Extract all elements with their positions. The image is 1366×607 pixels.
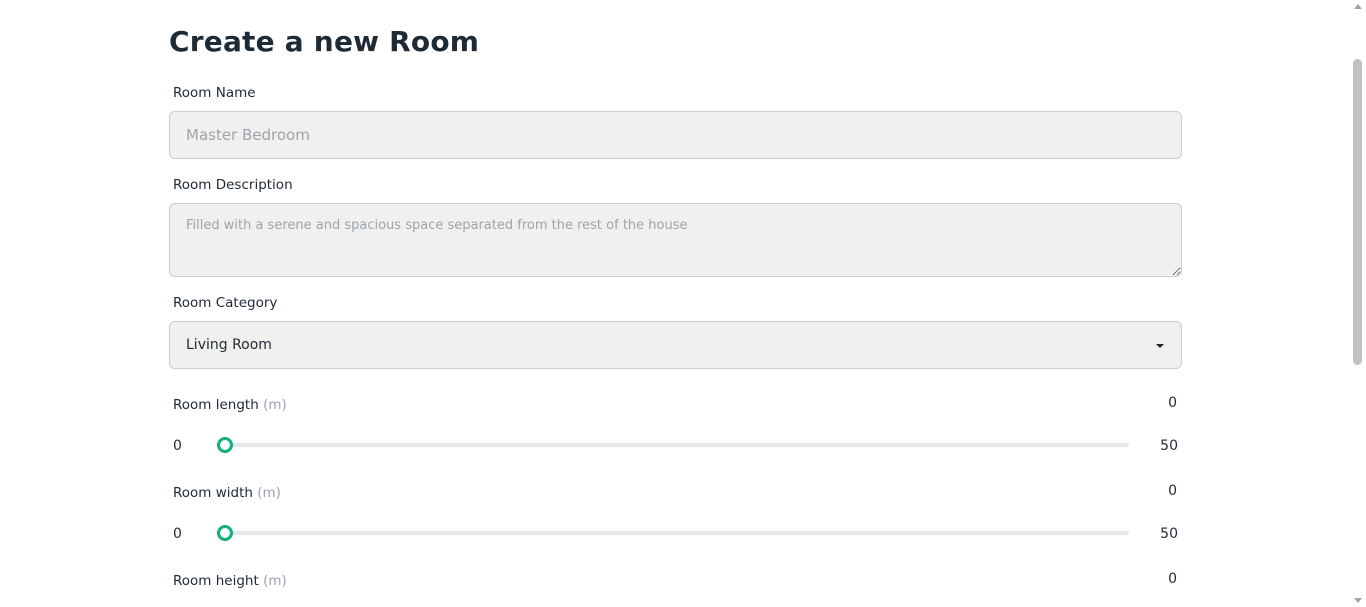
room-height-unit: (m)	[263, 573, 287, 589]
room-width-slider-thumb[interactable]	[217, 525, 233, 541]
room-length-value: 0	[1168, 395, 1177, 411]
room-width-unit: (m)	[257, 485, 281, 501]
room-height-label: Room height (m)	[173, 572, 287, 590]
room-length-label-text: Room length	[173, 397, 259, 413]
room-name-input[interactable]	[169, 111, 1182, 159]
room-length-slider-track[interactable]	[217, 437, 1129, 453]
room-width-label-text: Room width	[173, 485, 253, 501]
room-length-slider-thumb[interactable]	[217, 437, 233, 453]
room-category-label: Room Category	[173, 295, 278, 311]
scrollbar-thumb[interactable]	[1353, 59, 1362, 365]
room-name-label: Room Name	[173, 85, 256, 101]
page-title: Create a new Room	[169, 25, 480, 58]
scroll-up-icon[interactable]	[1354, 4, 1362, 9]
room-length-max: 50	[1160, 438, 1178, 454]
room-width-max: 50	[1160, 526, 1178, 542]
room-category-select[interactable]: Living Room	[169, 321, 1182, 369]
scroll-down-icon[interactable]	[1354, 598, 1362, 603]
room-height-label-text: Room height	[173, 573, 259, 589]
room-width-label: Room width (m)	[173, 484, 281, 502]
room-length-unit: (m)	[263, 397, 287, 413]
room-description-input[interactable]	[169, 203, 1182, 277]
room-length-min: 0	[173, 438, 182, 454]
room-category-selected-value: Living Room	[186, 337, 272, 353]
page-scrollbar[interactable]	[1351, 0, 1366, 607]
room-width-value: 0	[1168, 483, 1177, 499]
room-length-label: Room length (m)	[173, 396, 287, 414]
room-width-min: 0	[173, 526, 182, 542]
caret-down-icon	[1156, 344, 1164, 348]
page: Create a new Room Room Name Room Descrip…	[0, 0, 1366, 607]
room-description-label: Room Description	[173, 177, 293, 193]
room-height-value: 0	[1168, 571, 1177, 587]
room-width-slider-track[interactable]	[217, 525, 1129, 541]
